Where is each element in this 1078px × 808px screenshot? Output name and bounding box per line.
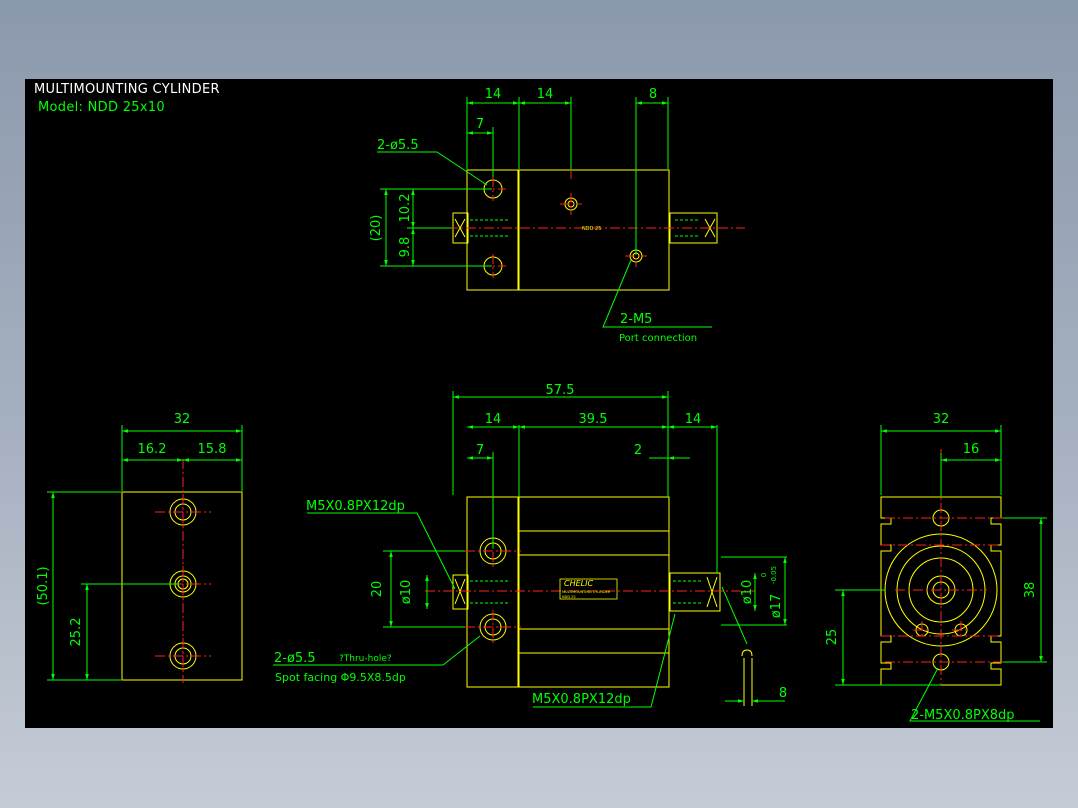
left-view-center-lines <box>155 459 211 683</box>
front-view-dim-2: 2 <box>634 443 642 458</box>
front-view-dim-d17: ø17 <box>769 594 784 619</box>
top-view-dim-8: 8 <box>649 87 657 102</box>
drawing-title: MULTIMOUNTING CYLINDER <box>34 82 220 97</box>
front-view: CHELIC MULTIMOUNTING CYLINDER NDD 25 57.… <box>273 383 787 708</box>
top-view: NDD 25 14 14 8 7 (20) 10.2 9.8 2-ø5.5 2-… <box>369 87 745 344</box>
front-view-spot-note: Spot facing Φ9.5X8.5dp <box>275 671 406 684</box>
top-view-port-label: 2-M5 <box>620 312 652 327</box>
right-view-dim-32: 32 <box>933 412 950 427</box>
front-view-dim-d10b: ø10 <box>740 580 755 605</box>
left-view-dim-25-2: 25.2 <box>69 618 84 647</box>
left-view-dim-32: 32 <box>174 412 191 427</box>
right-view-dim-38: 38 <box>1023 582 1038 599</box>
front-view-logo-sub: MULTIMOUNTING CYLINDER <box>562 590 611 594</box>
front-view-thread-bottom: M5X0.8PX12dp <box>532 692 631 707</box>
front-view-thru-note: ?Thru-hole? <box>339 654 392 664</box>
front-view-center-lines <box>425 534 755 644</box>
top-view-hole-label: 2-ø5.5 <box>377 138 419 153</box>
front-view-dim-39-5: 39.5 <box>579 412 608 427</box>
right-view-center-lines <box>880 449 1041 685</box>
front-view-dim-d10a: ø10 <box>399 580 414 605</box>
front-view-dim-20: 20 <box>370 581 385 598</box>
right-view: 32 16 38 25 2-M5X0.8PX8dp <box>825 412 1047 723</box>
front-view-logo-model: NDD 25 <box>562 595 576 599</box>
front-view-dim-14a: 14 <box>485 412 502 427</box>
front-view-dim-57-5: 57.5 <box>546 383 575 398</box>
top-view-port-note: Port connection <box>619 333 697 344</box>
front-view-dim-14b: 14 <box>685 412 702 427</box>
top-view-dim-14a: 14 <box>485 87 502 102</box>
front-view-dim-8: 8 <box>779 686 787 701</box>
top-view-dim-10-2: 10.2 <box>398 194 413 223</box>
top-view-dim-14b: 14 <box>537 87 554 102</box>
right-view-dim-25: 25 <box>825 629 840 646</box>
cad-viewport[interactable]: NDD 25 14 14 8 7 (20) 10.2 9.8 2-ø5.5 2-… <box>25 79 1053 728</box>
right-view-dim-16: 16 <box>963 442 980 457</box>
front-view-tol-upper: 0 <box>760 573 768 577</box>
top-view-dim-20: (20) <box>369 215 384 242</box>
left-view-dim-50-1: (50.1) <box>36 566 51 605</box>
front-view-tol-lower: -0.05 <box>770 566 778 584</box>
left-view-dim-15-8: 15.8 <box>198 442 227 457</box>
top-view-dim-9-8: 9.8 <box>398 237 413 258</box>
drawing-canvas: NDD 25 14 14 8 7 (20) 10.2 9.8 2-ø5.5 2-… <box>36 87 1047 723</box>
left-view-dim-16-2: 16.2 <box>138 442 167 457</box>
top-view-nameplate: NDD 25 <box>582 226 601 232</box>
drawing-model: Model: NDD 25x10 <box>38 100 165 115</box>
right-view-dimensions <box>835 425 1047 722</box>
left-view: 32 16.2 15.8 (50.1) 25.2 <box>36 412 243 683</box>
front-view-thread-top: M5X0.8PX12dp <box>306 499 405 514</box>
top-view-dimensions <box>377 97 712 328</box>
front-view-hole-label: 2-ø5.5 <box>274 651 316 666</box>
front-view-logo: CHELIC <box>564 579 593 588</box>
front-view-probe <box>741 649 753 706</box>
top-view-dim-7: 7 <box>476 117 484 132</box>
front-view-dim-7: 7 <box>476 443 484 458</box>
right-view-thread-label: 2-M5X0.8PX8dp <box>911 708 1015 723</box>
